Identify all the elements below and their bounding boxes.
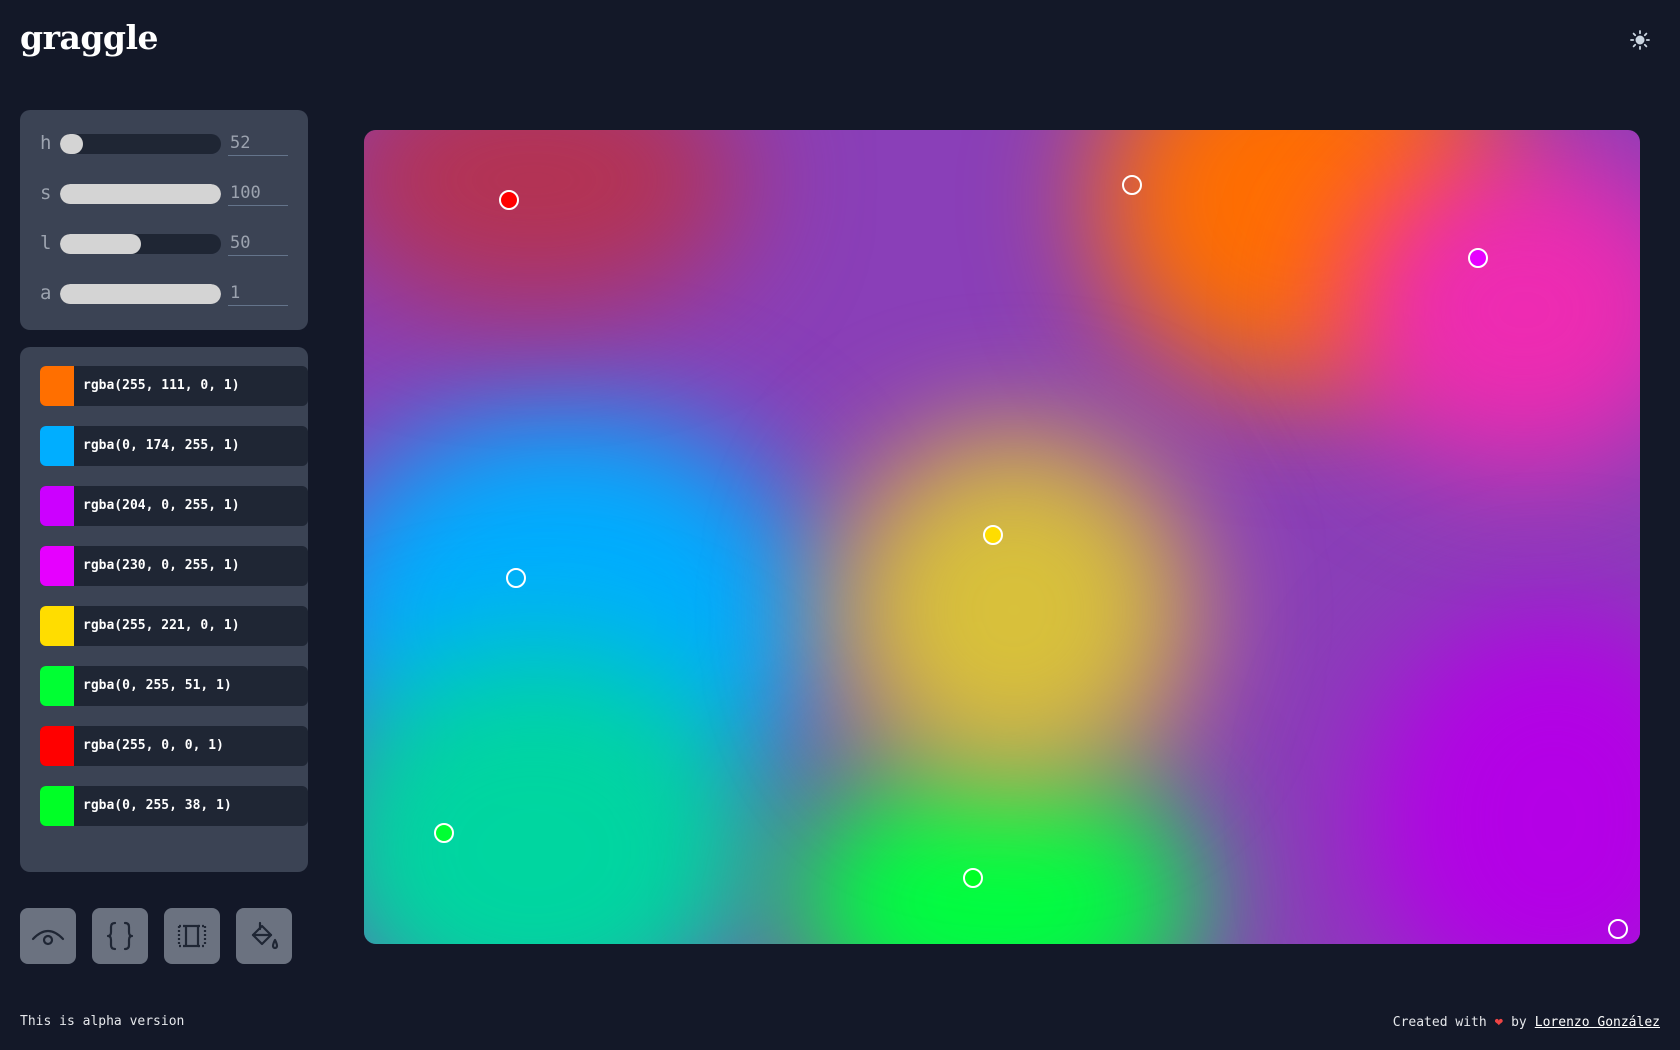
color-item[interactable]: rgba(204, 0, 255, 1) xyxy=(40,486,308,526)
color-stop-handle[interactable] xyxy=(1608,919,1628,939)
color-value: rgba(255, 0, 0, 1) xyxy=(83,738,224,753)
color-item[interactable]: rgba(0, 174, 255, 1) xyxy=(40,426,308,466)
color-swatch xyxy=(40,786,74,826)
lightness-label: l xyxy=(40,232,52,254)
frame-icon xyxy=(177,924,207,948)
color-item[interactable]: rgba(255, 221, 0, 1) xyxy=(40,606,308,646)
purple-blob xyxy=(1364,610,1640,944)
saturation-label: s xyxy=(40,182,52,204)
by-text: by xyxy=(1511,1014,1527,1030)
eye-icon xyxy=(31,929,65,946)
red-blob xyxy=(364,130,744,310)
footer-credits: Created with ❤ by Lorenzo González xyxy=(1393,1014,1660,1030)
alpha-slider-row: a xyxy=(20,280,308,332)
color-value: rgba(0, 255, 51, 1) xyxy=(83,678,232,693)
color-swatch xyxy=(40,606,74,646)
color-swatch xyxy=(40,426,74,466)
color-value: rgba(230, 0, 255, 1) xyxy=(83,558,240,573)
yellow-blob xyxy=(834,430,1194,790)
color-stop-handle[interactable] xyxy=(1468,248,1488,268)
hue-slider[interactable] xyxy=(60,134,221,154)
color-swatch xyxy=(40,486,74,526)
saturation-slider-row: s xyxy=(20,180,308,232)
braces-icon xyxy=(106,921,134,951)
color-swatch xyxy=(40,726,74,766)
alpha-slider[interactable] xyxy=(60,284,221,304)
color-swatch xyxy=(40,666,74,706)
color-swatch xyxy=(40,366,74,406)
hue-slider-row: h xyxy=(20,130,308,182)
hue-label: h xyxy=(40,132,52,154)
saturation-slider[interactable] xyxy=(60,184,221,204)
color-list-panel: rgba(255, 111, 0, 1) rgba(0, 174, 255, 1… xyxy=(20,347,308,872)
color-item[interactable]: rgba(255, 0, 0, 1) xyxy=(40,726,308,766)
gradient-canvas[interactable] xyxy=(364,130,1640,944)
lightness-slider[interactable] xyxy=(60,234,221,254)
color-value: rgba(0, 174, 255, 1) xyxy=(83,438,240,453)
code-button[interactable] xyxy=(92,908,148,964)
color-value: rgba(204, 0, 255, 1) xyxy=(83,498,240,513)
paint-bucket-icon xyxy=(251,921,279,950)
heart-icon: ❤ xyxy=(1494,1014,1504,1030)
color-stop-handle[interactable] xyxy=(499,190,519,210)
fill-button[interactable] xyxy=(236,908,292,964)
lightness-slider-row: l xyxy=(20,230,308,282)
color-item[interactable]: rgba(0, 255, 38, 1) xyxy=(40,786,308,826)
color-value: rgba(255, 221, 0, 1) xyxy=(83,618,240,633)
preview-button[interactable] xyxy=(20,908,76,964)
sun-icon xyxy=(1630,30,1650,50)
alpha-label: a xyxy=(40,282,52,304)
color-item[interactable]: rgba(230, 0, 255, 1) xyxy=(40,546,308,586)
color-value: rgba(0, 255, 38, 1) xyxy=(83,798,232,813)
color-stop-handle[interactable] xyxy=(963,868,983,888)
color-value: rgba(255, 111, 0, 1) xyxy=(83,378,240,393)
created-with-text: Created with xyxy=(1392,1014,1487,1030)
color-stop-handle[interactable] xyxy=(434,823,454,843)
saturation-input[interactable] xyxy=(228,180,288,206)
frame-button[interactable] xyxy=(164,908,220,964)
color-stop-handle[interactable] xyxy=(506,568,526,588)
app-logo: graggle xyxy=(20,18,159,57)
alpha-notice: This is alpha version xyxy=(20,1014,185,1029)
color-stop-handle[interactable] xyxy=(1122,175,1142,195)
hue-input[interactable] xyxy=(228,130,288,156)
color-stop-handle[interactable] xyxy=(983,525,1003,545)
color-item[interactable]: rgba(255, 111, 0, 1) xyxy=(40,366,308,406)
color-item[interactable]: rgba(0, 255, 51, 1) xyxy=(40,666,308,706)
hsla-controls-panel: h s l a xyxy=(20,110,308,330)
alpha-input[interactable] xyxy=(228,280,288,306)
lightness-input[interactable] xyxy=(228,230,288,256)
theme-toggle-button[interactable] xyxy=(1626,26,1654,54)
author-link[interactable]: Lorenzo González xyxy=(1535,1015,1660,1030)
color-swatch xyxy=(40,546,74,586)
